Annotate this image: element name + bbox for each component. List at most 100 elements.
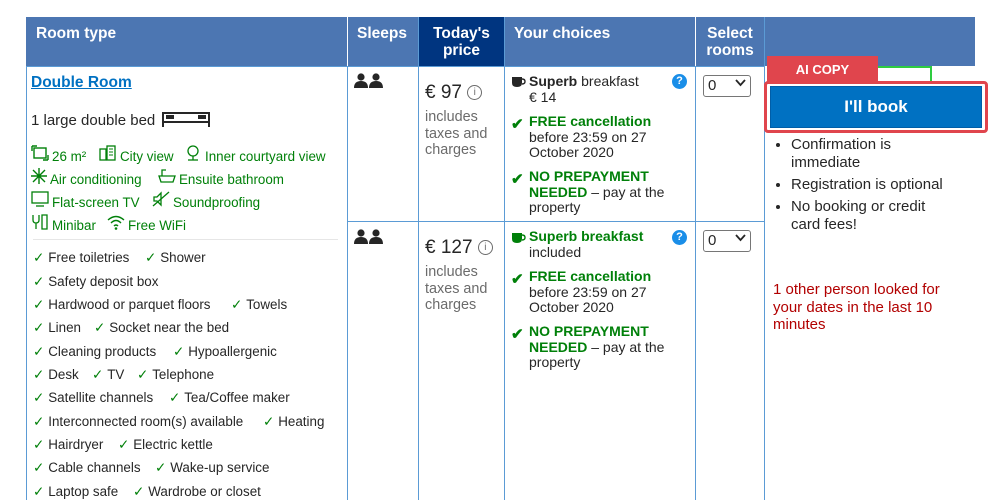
sleeps-header-label: Sleeps	[357, 25, 407, 42]
facility-label: Air conditioning	[50, 172, 142, 187]
info-icon[interactable]: i	[467, 85, 483, 100]
help-icon[interactable]: ?	[672, 74, 687, 89]
check-icon: ✓	[33, 437, 45, 452]
amenity-label: Satellite channels	[48, 390, 154, 405]
select-rooms-header-line1: Select	[707, 25, 753, 42]
amenity-label: Shower	[160, 250, 206, 265]
breakfast-option-1: Superb breakfast € 14	[529, 73, 639, 105]
amenity-label: Heating	[278, 414, 325, 429]
bed-info: 1 large double bed	[31, 110, 211, 132]
facilities-divider	[33, 239, 338, 240]
amenity-item: ✓ Wake-up service	[155, 460, 269, 476]
todays-price-header-line2: price	[442, 42, 481, 59]
column-header-your-choices: Your choices	[505, 17, 695, 66]
facility-ensuite-bathroom: Ensuite bathroom	[158, 168, 284, 187]
price-value: € 97	[425, 82, 462, 103]
amenity-label: Interconnected room(s) available	[48, 414, 244, 429]
check-icon: ✓	[169, 390, 181, 405]
amenity-label: Safety deposit box	[48, 274, 159, 289]
soundproofing-icon	[152, 191, 170, 210]
column-header-todays-price: Today's price	[419, 17, 504, 66]
size-icon	[31, 145, 49, 164]
column-header-sleeps: Sleeps	[348, 17, 418, 66]
benefit-text: No booking or credit	[791, 198, 926, 215]
facility-soundproofing: Soundproofing	[152, 191, 260, 210]
book-button[interactable]: I'll book	[770, 86, 982, 128]
amenity-item: ✓ Hypoallergenic	[173, 344, 277, 360]
grid-line	[695, 66, 696, 500]
check-icon: ✓	[133, 484, 145, 499]
room-quantity-select[interactable]: 0	[703, 75, 751, 97]
bathtub-icon	[158, 168, 176, 187]
amenity-item: ✓ Satellite channels	[33, 390, 153, 406]
price-option-2: € 127 i	[425, 237, 493, 259]
check-icon: ✓	[33, 274, 45, 289]
benefit-item: Confirmation isimmediate	[791, 136, 991, 172]
facility-label: Ensuite bathroom	[179, 172, 284, 187]
check-icon: ✓	[263, 414, 275, 429]
grid-line	[504, 17, 505, 500]
double-bed-icon	[162, 110, 211, 132]
prepayment-text: – pay at the	[587, 338, 665, 355]
amenity-item: ✓ Wardrobe or closet	[133, 484, 261, 500]
facility-label: Soundproofing	[173, 195, 261, 210]
check-icon: ✓	[92, 367, 104, 382]
city-view-icon	[99, 145, 117, 164]
room-title-link[interactable]: Double Room	[31, 74, 132, 92]
breakfast-bold: Superb	[529, 73, 578, 89]
amenity-item: ✓ Safety deposit box	[33, 274, 158, 290]
help-icon[interactable]: ?	[672, 230, 687, 245]
amenity-label: Towels	[246, 297, 288, 312]
amenity-label: Wake-up service	[170, 460, 270, 475]
prepayment-title: NO PREPAYMENT	[529, 323, 649, 339]
recent-views-notice: 1 other person looked for your dates in …	[773, 281, 940, 334]
breakfast-rest: breakfast	[577, 73, 639, 89]
amenity-item: ✓ Shower	[145, 250, 206, 266]
check-icon: ✓	[33, 297, 45, 312]
facility-label: Flat-screen TV	[52, 195, 140, 210]
benefit-item: Registration is optional	[791, 176, 991, 194]
booking-benefits-list: Confirmation isimmediate Registration is…	[773, 136, 991, 234]
room-quantity-select[interactable]: 0	[703, 230, 751, 252]
amenity-item: ✓ Electric kettle	[118, 437, 213, 453]
facility-size: 26 m²	[31, 145, 86, 164]
checkmark-icon: ✔	[511, 326, 524, 343]
cancellation-option-2: FREE cancellation before 23:59 on 27 Oct…	[529, 268, 652, 316]
amenity-item: ✓ Heating	[263, 414, 324, 430]
breakfast-bold: Superb breakfast	[529, 228, 644, 244]
amenity-label: Electric kettle	[133, 437, 213, 452]
amenity-item: ✓ Hairdryer	[33, 437, 103, 453]
cancellation-title: FREE cancellation	[529, 268, 652, 284]
your-choices-header-label: Your choices	[514, 25, 611, 42]
tv-icon	[31, 191, 49, 210]
amenity-label: Cleaning products	[48, 344, 157, 359]
amenity-item: ✓ Towels	[231, 297, 287, 313]
book-button-label: I'll book	[844, 97, 908, 116]
cancellation-text: before 23:59 on 27	[529, 128, 647, 145]
ai-copy-badge: AI COPY	[767, 56, 878, 84]
cancellation-text: October 2020	[529, 299, 614, 315]
check-icon: ✓	[231, 297, 243, 312]
benefit-item: No booking or creditcard fees!	[791, 198, 991, 234]
room-type-header-label: Room type	[36, 25, 117, 42]
price-note-line: taxes and	[425, 280, 488, 297]
amenity-label: Tea/Coffee maker	[184, 390, 290, 405]
checkmark-icon: ✔	[511, 116, 524, 133]
snowflake-icon	[31, 168, 47, 187]
coffee-icon	[511, 74, 526, 93]
checkmark-icon: ✔	[511, 171, 524, 188]
facility-label: 26 m²	[52, 149, 87, 164]
amenity-label: Free toiletries	[48, 250, 130, 265]
price-note-option-1: includes taxes and charges	[425, 109, 487, 159]
checkmark-icon: ✔	[511, 271, 524, 288]
amenity-item: ✓ Interconnected room(s) available	[33, 414, 243, 430]
amenity-item: ✓ Cleaning products	[33, 344, 156, 360]
prepayment-option-2: NO PREPAYMENT NEEDED – pay at the proper…	[529, 323, 665, 371]
info-icon[interactable]: i	[477, 240, 493, 255]
amenity-item: ✓ Linen	[33, 320, 81, 336]
amenity-label: Telephone	[152, 367, 215, 382]
amenity-item: ✓ Laptop safe	[33, 484, 118, 500]
minibar-icon	[31, 214, 49, 233]
check-icon: ✓	[33, 484, 45, 499]
facility-free-wifi: Free WiFi	[107, 214, 186, 233]
